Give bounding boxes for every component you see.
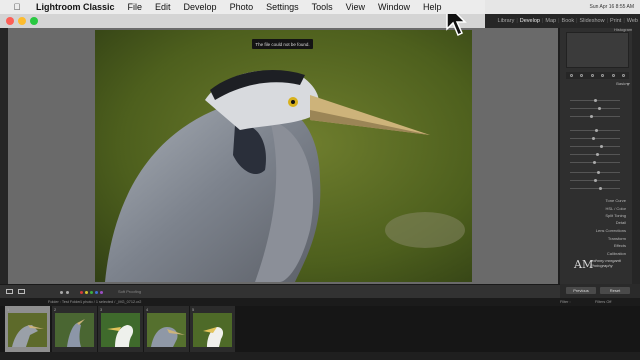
close-window-button[interactable] <box>6 17 14 25</box>
filmstrip-thumb[interactable]: 1 <box>5 306 50 352</box>
tool-strip <box>566 72 629 79</box>
watermark-line2: Photography <box>590 263 613 268</box>
menubar-status: Sun Apr 16 8:55 AM <box>584 0 640 14</box>
spot-removal-icon[interactable] <box>580 74 584 77</box>
module-picker: Library | Develop | Map | Book | Slideshow | … <box>485 14 640 28</box>
lens-corrections-header[interactable]: Lens Corrections <box>596 228 626 233</box>
module-slideshow[interactable]: Slideshow <box>580 18 605 24</box>
apple-logo-icon[interactable]:  <box>10 2 24 12</box>
lightroom-window:  Lightroom Classic File Edit Develop Ph… <box>0 0 640 360</box>
filmstrip-header: Folder : Test Folder 1 photo / 1 selecte… <box>0 298 640 306</box>
module-map[interactable]: Map <box>545 18 556 24</box>
blue-label-icon[interactable] <box>95 291 98 294</box>
green-label-icon[interactable] <box>90 291 93 294</box>
transform-header[interactable]: Transform <box>608 236 626 241</box>
before-after-icon[interactable] <box>18 289 25 294</box>
left-panel-collapsed[interactable] <box>0 28 8 284</box>
module-book[interactable]: Book <box>562 18 575 24</box>
star-icon[interactable] <box>66 291 69 294</box>
hsl-header[interactable]: HSL / Color <box>605 206 626 211</box>
menu-photo[interactable]: Photo <box>230 2 254 12</box>
flag-icon[interactable] <box>60 291 63 294</box>
histogram-panel <box>566 32 629 68</box>
filmstrip-thumb[interactable]: 4 <box>144 306 189 352</box>
calibration-header[interactable]: Calibration <box>607 251 626 256</box>
thumb-number: 4 <box>146 307 149 312</box>
error-toast: The file could not be found. <box>252 39 313 49</box>
zoom-window-button[interactable] <box>30 17 38 25</box>
reset-button[interactable]: Reset <box>600 287 630 294</box>
minimize-window-button[interactable] <box>18 17 26 25</box>
filter-label: Filter : <box>560 300 571 304</box>
module-develop[interactable]: Develop <box>520 18 540 24</box>
thumb-number: 2 <box>54 307 57 312</box>
graduated-filter-icon[interactable] <box>601 74 605 77</box>
menubar-left:  Lightroom Classic File Edit Develop Ph… <box>0 0 485 14</box>
app-menu[interactable]: Lightroom Classic <box>36 2 115 12</box>
menu-tools[interactable]: Tools <box>312 2 333 12</box>
bottom-edge <box>0 352 640 360</box>
basic-disclosure-icon[interactable] <box>626 83 630 86</box>
soft-proofing-label[interactable]: Soft Proofing <box>118 289 141 294</box>
loupe-view-icon[interactable] <box>6 289 13 294</box>
module-library[interactable]: Library <box>498 18 515 24</box>
folder-source[interactable]: Folder : Test Folder <box>48 300 81 304</box>
heron-photo[interactable] <box>95 30 472 282</box>
filter-select[interactable]: Filters Off <box>595 300 611 304</box>
status-time[interactable]: Sun Apr 16 8:55 AM <box>590 4 634 10</box>
crop-tool-icon[interactable] <box>569 74 573 77</box>
bottom-toolbar: Soft Proofing <box>0 284 560 298</box>
filmstrip: 1 2 3 4 5 <box>0 306 640 352</box>
watermark-text: anthony morganti Photography <box>590 258 621 268</box>
previous-button[interactable]: Previous <box>566 287 596 294</box>
menu-edit[interactable]: Edit <box>155 2 171 12</box>
window-titlebar <box>0 14 485 28</box>
filmstrip-thumb[interactable]: 5 <box>190 306 235 352</box>
menu-view[interactable]: View <box>346 2 365 12</box>
split-toning-header[interactable]: Split Toning <box>605 213 626 218</box>
red-eye-icon[interactable] <box>590 74 594 77</box>
mac-menubar:  Lightroom Classic File Edit Develop Ph… <box>0 0 640 14</box>
right-buttons: Previous Reset <box>560 284 640 298</box>
selection-info: 1 photo / 1 selected / _MG_0712.cr2 <box>80 300 142 304</box>
filmstrip-thumb[interactable]: 2 <box>52 306 97 352</box>
basic-panel-header[interactable]: Basic <box>616 81 626 86</box>
yellow-label-icon[interactable] <box>85 291 88 294</box>
module-web[interactable]: Web <box>627 18 638 24</box>
menu-develop[interactable]: Develop <box>184 2 217 12</box>
module-print[interactable]: Print <box>610 18 621 24</box>
thumb-number: 5 <box>192 307 195 312</box>
radial-filter-icon[interactable] <box>611 74 615 77</box>
red-label-icon[interactable] <box>80 291 83 294</box>
brush-tool-icon[interactable] <box>622 74 626 77</box>
detail-header[interactable]: Detail <box>616 220 626 225</box>
purple-label-icon[interactable] <box>100 291 103 294</box>
menu-help[interactable]: Help <box>423 2 442 12</box>
thumb-number: 3 <box>100 307 103 312</box>
effects-header[interactable]: Effects <box>614 243 626 248</box>
right-panel-scrollbar[interactable] <box>632 28 640 284</box>
menu-window[interactable]: Window <box>378 2 410 12</box>
filmstrip-thumb[interactable]: 3 <box>98 306 143 352</box>
tone-curve-header[interactable]: Tone Curve <box>606 198 626 203</box>
thumb-number: 1 <box>7 307 10 312</box>
menu-settings[interactable]: Settings <box>266 2 299 12</box>
menu-file[interactable]: File <box>128 2 143 12</box>
